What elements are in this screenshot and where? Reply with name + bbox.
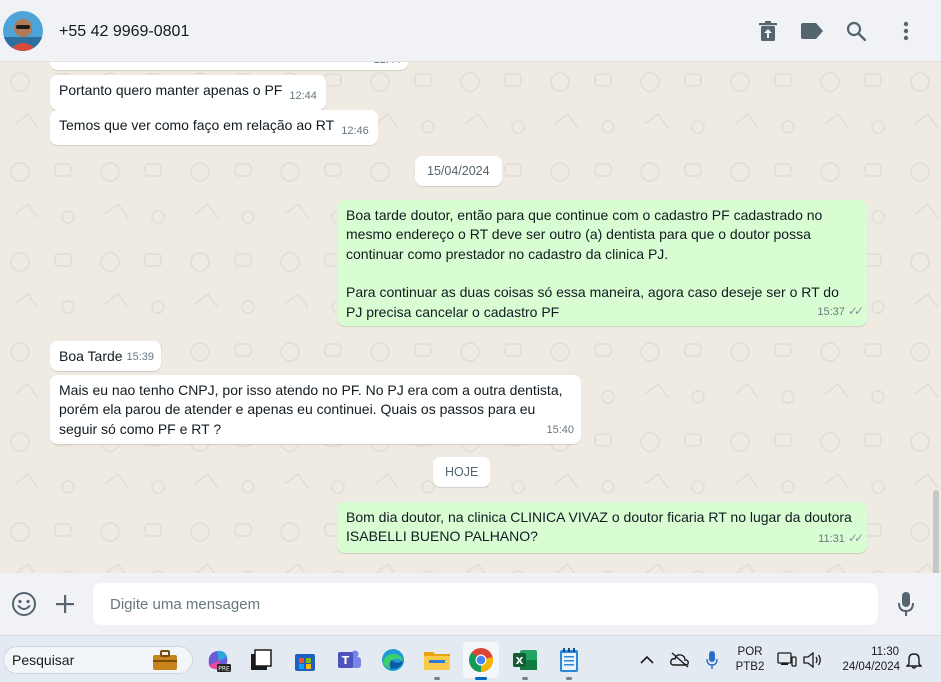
network-icon[interactable]: [774, 642, 800, 678]
teams-icon[interactable]: T: [331, 642, 367, 678]
message-text: Boa tarde doutor, então para que continu…: [346, 207, 823, 262]
menu-icon[interactable]: [894, 19, 918, 43]
message-time: 15:40: [546, 423, 574, 436]
message-incoming[interactable]: Mais eu nao tenho CNPJ, por isso atendo …: [50, 375, 581, 444]
svg-text:PRE: PRE: [218, 666, 230, 673]
running-indicator: [522, 677, 528, 680]
microphone-icon[interactable]: [697, 642, 727, 678]
clock-date: 24/04/2024: [842, 661, 900, 673]
message-outgoing[interactable]: Bom dia doutor, na clinica CLINICA VIVAZ…: [337, 502, 867, 553]
clock[interactable]: 11:30 24/04/2024: [832, 645, 900, 675]
store-icon[interactable]: [287, 642, 323, 678]
chrome-icon[interactable]: [463, 642, 499, 680]
svg-text:X: X: [516, 656, 524, 667]
message-text: Mais eu nao tenho CNPJ, por isso atendo …: [59, 382, 563, 437]
label-icon[interactable]: [800, 19, 824, 43]
double-check-icon: ✓✓: [847, 303, 864, 318]
copilot-icon[interactable]: PRE: [200, 642, 236, 678]
notification-bell-icon[interactable]: [900, 642, 928, 678]
message-time: 12:46: [341, 125, 369, 137]
message-incoming[interactable]: Temos que ver como faço em relação ao RT…: [50, 110, 378, 146]
multitask-icon[interactable]: [243, 642, 279, 678]
language-code: POR: [737, 646, 763, 658]
running-indicator: [566, 677, 572, 680]
message-text: Temos que ver como faço em relação ao RT: [59, 117, 335, 133]
date-divider: HOJE: [433, 457, 491, 487]
date-divider: 15/04/2024: [415, 156, 502, 186]
keyboard-layout: PTB2: [735, 661, 765, 673]
message-incoming[interactable]: Boa Tarde 15:39: [50, 341, 161, 371]
delete-icon[interactable]: [756, 19, 780, 43]
taskbar: Pesquisar PRE T X POR PTB2 11:30 24/04/2…: [0, 635, 941, 682]
svg-text:T: T: [342, 654, 350, 667]
clock-time: 11:30: [871, 646, 899, 658]
message-text: Bom dia doutor, na clinica CLINICA VIVAZ…: [346, 509, 852, 545]
message-incoming[interactable]: 12:44: [50, 62, 408, 70]
chat-header: +55 42 9969-0801: [0, 0, 941, 62]
file-explorer-icon[interactable]: [419, 642, 455, 680]
message-input[interactable]: [93, 583, 878, 625]
message-outgoing[interactable]: Boa tarde doutor, então para que continu…: [337, 200, 867, 326]
edge-icon[interactable]: [375, 642, 411, 678]
notepad-icon[interactable]: [551, 642, 587, 680]
language-indicator[interactable]: POR PTB2: [733, 645, 767, 675]
scrollbar[interactable]: [933, 490, 939, 573]
mic-icon[interactable]: [892, 590, 920, 618]
message-time: 11:31: [818, 532, 845, 545]
volume-icon[interactable]: [800, 642, 826, 678]
emoji-icon[interactable]: [10, 590, 38, 618]
work-icon: [152, 649, 178, 679]
running-indicator: [434, 677, 440, 680]
message-text: Portanto quero manter apenas o PF: [59, 82, 283, 98]
chevron-up-icon[interactable]: [632, 642, 662, 678]
excel-icon[interactable]: X: [507, 642, 543, 680]
taskbar-search-label: Pesquisar: [12, 652, 75, 668]
active-indicator: [475, 677, 487, 680]
chat-area[interactable]: 12:44 Portanto quero manter apenas o PF 1…: [0, 62, 941, 573]
message-time: 12:44: [373, 62, 401, 70]
double-check-icon: ✓✓: [847, 530, 864, 545]
avatar[interactable]: [3, 11, 43, 51]
message-text: Para continuar as duas coisas só essa ma…: [346, 284, 839, 320]
composer: [0, 573, 941, 635]
contact-name[interactable]: +55 42 9969-0801: [59, 23, 189, 41]
message-time: 12:44: [289, 90, 317, 102]
attach-icon[interactable]: [51, 590, 79, 618]
message-time: 15:37: [817, 305, 845, 318]
message-time: 15:39: [126, 350, 154, 363]
taskbar-search[interactable]: Pesquisar: [3, 646, 193, 674]
message-incoming[interactable]: Portanto quero manter apenas o PF 12:44: [50, 75, 326, 111]
search-icon[interactable]: [844, 19, 868, 43]
cloud-offline-icon[interactable]: [665, 642, 695, 678]
message-text: Boa Tarde: [59, 348, 123, 364]
